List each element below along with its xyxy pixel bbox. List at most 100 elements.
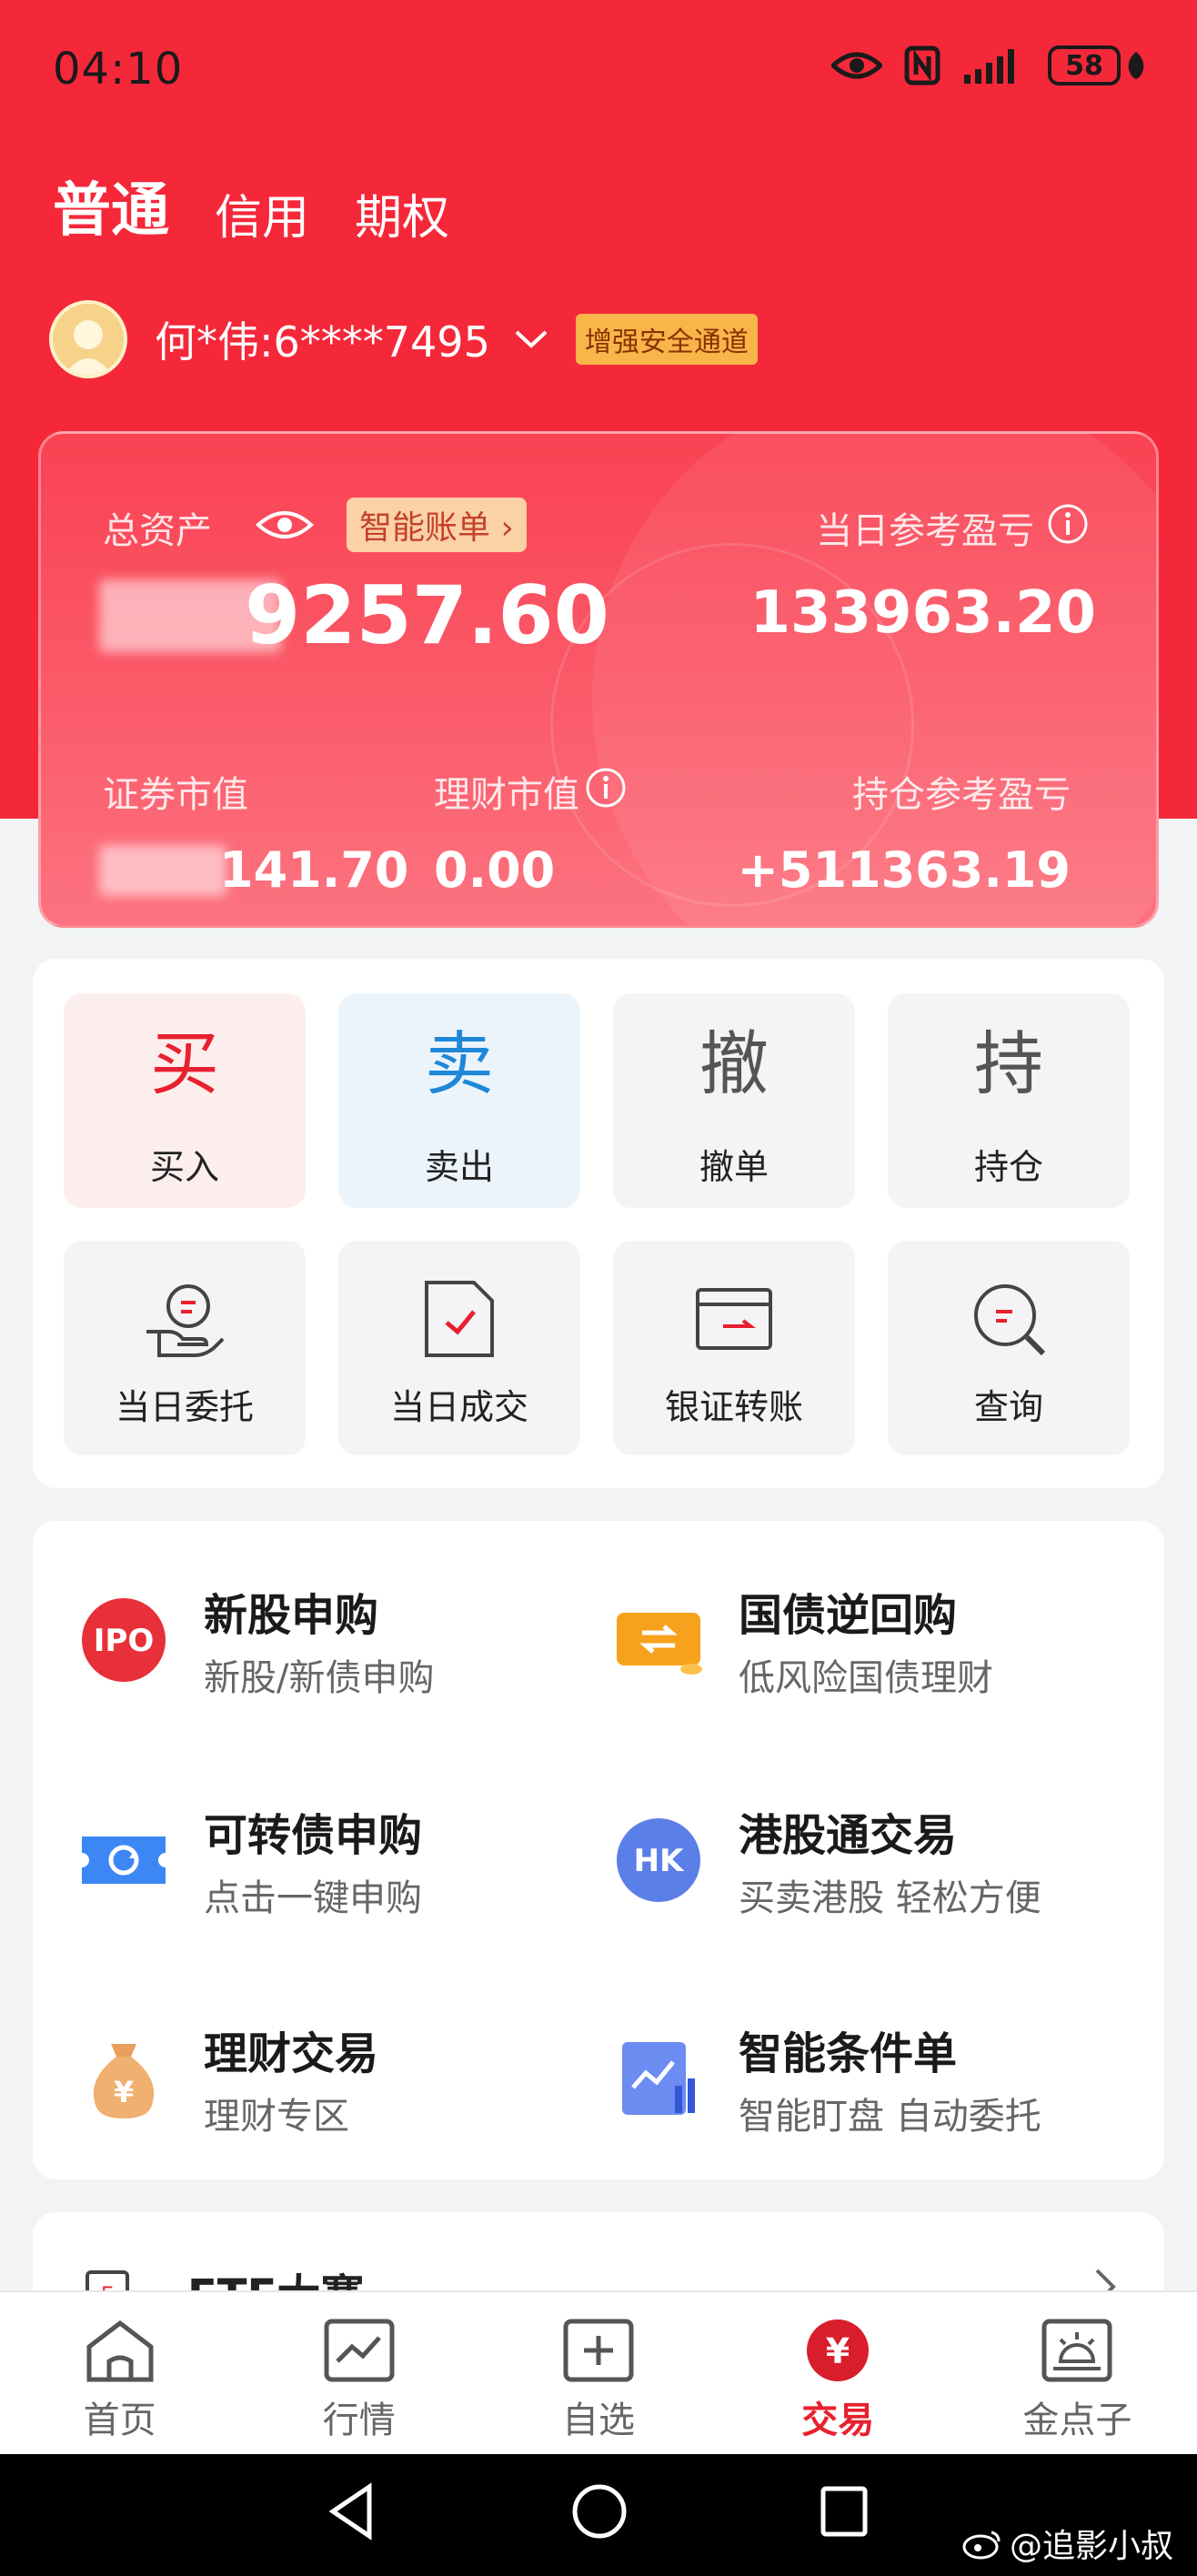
convertible-bond-item[interactable]: 可转债申购 点击一键申购 <box>80 1799 422 1921</box>
info-icon[interactable] <box>585 767 627 809</box>
query-label: 查询 <box>973 1387 1043 1427</box>
search-doc-icon <box>974 1284 1046 1356</box>
smart-order-subtitle: 智能盯盘 自动委托 <box>739 2096 1041 2138</box>
wealth-trade-subtitle: 理财专区 <box>204 2096 349 2138</box>
securities-value: 141.70 <box>219 841 409 899</box>
smart-order-title: 智能条件单 <box>739 2028 958 2079</box>
watermark-text: @追影小叔 <box>1009 2528 1173 2565</box>
card-transfer-icon <box>696 1288 772 1350</box>
ipo-title: 新股申购 <box>204 1590 379 1641</box>
ipo-subscribe-item[interactable]: IPO 新股申购 新股/新债申购 <box>80 1579 434 1701</box>
home-nav-icon[interactable] <box>569 2480 629 2543</box>
ipo-icon: IPO <box>82 1598 166 1682</box>
tab-credit[interactable]: 信用 <box>215 179 309 247</box>
bank-transfer-label: 银证转账 <box>664 1387 803 1427</box>
hk-title: 港股通交易 <box>739 1810 958 1861</box>
chevron-down-icon[interactable] <box>514 328 548 350</box>
reverse-repo-item[interactable]: 国债逆回购 低风险国债理财 <box>615 1579 993 1701</box>
quick-actions-panel: 买 买入 卖 卖出 撤 撤单 持 持仓 当日委托 当日成交 银证转账 查询 <box>33 959 1164 1488</box>
tab-trade[interactable]: ¥ 交易 <box>719 2292 958 2454</box>
battery-indicator: 58 <box>1048 45 1146 86</box>
wealth-trade-item[interactable]: ¥ 理财交易 理财专区 <box>80 2018 378 2139</box>
hk-subtitle: 买卖港股 轻松方便 <box>739 1877 1041 1919</box>
eye-comfort-icon <box>831 52 882 79</box>
daily-trades-button[interactable]: 当日成交 <box>338 1241 580 1455</box>
watermark: @追影小叔 <box>962 2520 1173 2567</box>
positions-button[interactable]: 持 持仓 <box>888 993 1130 1208</box>
securities-value-label: 证券市值 <box>103 774 248 816</box>
tab-market[interactable]: 行情 <box>239 2292 478 2454</box>
repo-subtitle: 低风险国债理财 <box>739 1657 993 1699</box>
tab-normal[interactable]: 普通 <box>53 164 169 247</box>
secure-channel-badge[interactable]: 增强安全通道 <box>575 314 758 365</box>
battery-level: 58 <box>1048 45 1121 86</box>
tab-home[interactable]: 首页 <box>0 2292 239 2454</box>
sell-label: 卖出 <box>424 1147 494 1187</box>
position-pl-value: +511363.19 <box>737 841 1071 899</box>
tab-market-label: 行情 <box>322 2400 396 2441</box>
chart-icon <box>324 2319 395 2382</box>
buy-glyph: 买 <box>150 1023 219 1104</box>
status-bar: 04:10 58 <box>0 0 1197 136</box>
info-icon[interactable] <box>1047 503 1089 545</box>
nfc-icon <box>904 45 940 86</box>
bank-transfer-button[interactable]: 银证转账 <box>613 1241 855 1455</box>
hk-connect-item[interactable]: HK 港股通交易 买卖港股 轻松方便 <box>615 1799 1041 1921</box>
daily-pl-label: 当日参考盈亏 <box>816 510 1034 552</box>
daily-orders-label: 当日委托 <box>115 1387 254 1427</box>
buy-label: 买入 <box>149 1147 219 1187</box>
convertible-title: 可转债申购 <box>204 1810 423 1861</box>
eye-icon[interactable] <box>256 507 314 543</box>
buy-button[interactable]: 买 买入 <box>64 993 306 1208</box>
convertible-bond-icon <box>82 1836 166 1884</box>
masked-amount <box>99 845 226 896</box>
avatar <box>49 300 127 378</box>
positions-label: 持仓 <box>973 1147 1043 1187</box>
cancel-glyph: 撤 <box>699 1023 769 1104</box>
recents-icon[interactable] <box>817 2480 871 2543</box>
svg-text:¥: ¥ <box>826 2331 850 2371</box>
signal-icon <box>964 49 1014 84</box>
weibo-icon <box>962 2531 1001 2560</box>
asset-summary-card: 总资产 智能账单 › 9257.60 当日参考盈亏 133963.20 证券市值… <box>38 431 1159 928</box>
ipo-subtitle: 新股/新债申购 <box>204 1657 435 1699</box>
back-icon[interactable] <box>324 2480 378 2543</box>
tab-options[interactable]: 期权 <box>355 179 449 247</box>
daily-pl-value: 133963.20 <box>749 579 1096 647</box>
svg-text:IPO: IPO <box>94 1623 154 1659</box>
smart-bill-badge[interactable]: 智能账单 › <box>347 498 527 552</box>
money-bag-icon: ¥ <box>93 2044 155 2118</box>
smart-bill-label: 智能账单 <box>359 509 491 547</box>
tab-watchlist-label: 自选 <box>562 2400 635 2441</box>
sell-button[interactable]: 卖 卖出 <box>338 993 580 1208</box>
smart-order-item[interactable]: 智能条件单 智能盯盘 自动委托 <box>615 2018 1041 2139</box>
bottom-tab-bar: 首页 行情 自选 ¥ 交易 金点子 <box>0 2290 1197 2454</box>
trade-yen-icon: ¥ <box>807 2319 870 2381</box>
svg-text:HK: HK <box>634 1843 685 1879</box>
total-assets-value: 9257.60 <box>245 569 609 662</box>
idea-icon <box>1041 2319 1112 2382</box>
leaf-icon <box>1128 52 1144 79</box>
query-button[interactable]: 查询 <box>888 1241 1130 1455</box>
repo-icon <box>617 1613 702 1675</box>
smart-order-icon <box>622 2042 695 2115</box>
tab-watchlist[interactable]: 自选 <box>478 2292 718 2454</box>
account-type-tabs: 普通 信用 期权 <box>53 164 449 247</box>
sell-glyph: 卖 <box>425 1023 494 1104</box>
position-pl-label: 持仓参考盈亏 <box>852 774 1071 816</box>
cancel-order-button[interactable]: 撤 撤单 <box>613 993 855 1208</box>
convertible-subtitle: 点击一键申购 <box>204 1877 422 1919</box>
daily-orders-button[interactable]: 当日委托 <box>64 1241 306 1455</box>
account-selector[interactable]: 何*伟:6****7495 增强安全通道 <box>49 300 758 378</box>
tab-ideas[interactable]: 金点子 <box>958 2292 1197 2454</box>
daily-trades-label: 当日成交 <box>389 1387 528 1427</box>
hand-coin-icon <box>146 1284 225 1357</box>
hk-icon: HK <box>617 1818 700 1902</box>
tab-ideas-label: 金点子 <box>1022 2400 1132 2441</box>
wealth-trade-title: 理财交易 <box>204 2028 379 2079</box>
positions-glyph: 持 <box>974 1023 1043 1104</box>
account-name: 何*伟:6****7495 <box>155 317 490 367</box>
repo-title: 国债逆回购 <box>739 1590 958 1641</box>
checked-doc-icon <box>425 1281 494 1357</box>
home-icon <box>86 2319 154 2382</box>
